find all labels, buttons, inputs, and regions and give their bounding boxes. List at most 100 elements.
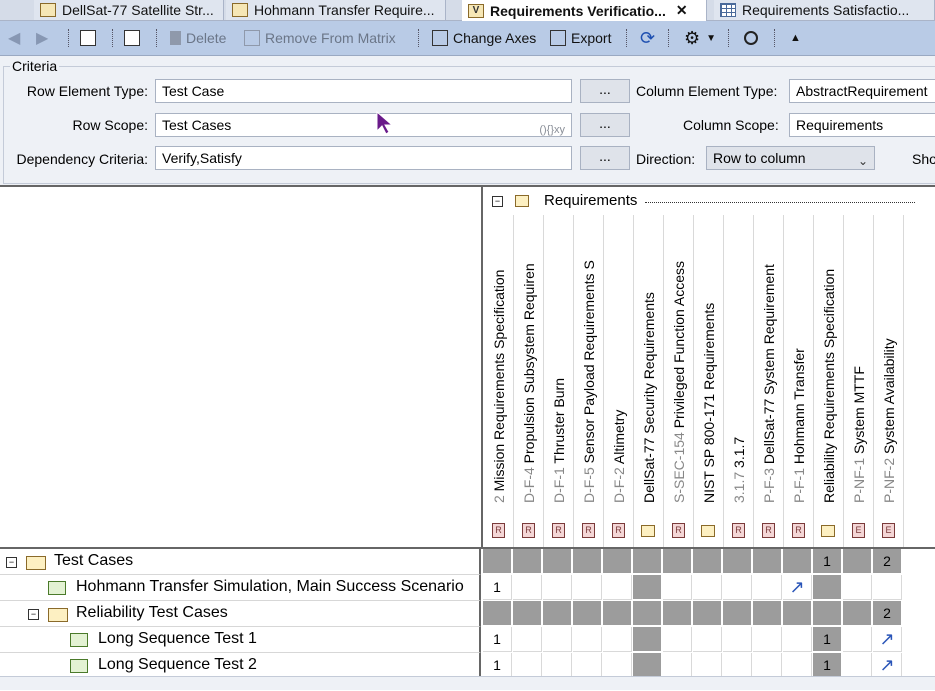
matrix-cell[interactable]	[843, 653, 872, 678]
matrix-cell[interactable]	[813, 601, 842, 626]
row-header[interactable]: − Reliability Test Cases	[0, 601, 481, 627]
row-scope-browse-button[interactable]: ...	[580, 113, 630, 137]
dependency-arrow-cell[interactable]: ↗	[873, 653, 902, 678]
matrix-cell[interactable]: 1	[813, 549, 842, 574]
matrix-cell[interactable]	[753, 549, 782, 574]
matrix-cell[interactable]	[693, 549, 722, 574]
matrix-cell[interactable]	[543, 601, 572, 626]
matrix-cell[interactable]	[543, 575, 572, 600]
matrix-cell[interactable]	[633, 601, 662, 626]
direction-select[interactable]: Row to column ⌄	[706, 146, 875, 170]
matrix-cell[interactable]	[783, 653, 812, 678]
matrix-cell[interactable]	[753, 575, 782, 600]
matrix-cell[interactable]	[843, 601, 872, 626]
column-scope-field[interactable]: Requirements	[789, 113, 935, 137]
row-scope-field[interactable]: Test Cases (){}xy	[155, 113, 572, 137]
dependency-arrow-cell[interactable]: ↗	[873, 627, 902, 652]
row-type-browse-button[interactable]: ...	[580, 79, 630, 103]
export-button[interactable]: Export	[550, 26, 611, 50]
tab-satellite-structure[interactable]: DellSat-77 Satellite Str...	[34, 0, 224, 20]
dependency-field[interactable]: Verify,Satisfy	[155, 146, 572, 170]
matrix-cell[interactable]	[483, 549, 512, 574]
delete-button[interactable]: Delete	[170, 26, 226, 50]
matrix-cell[interactable]	[783, 627, 812, 652]
matrix-cell[interactable]: 1	[813, 653, 842, 678]
matrix-cell[interactable]	[573, 601, 602, 626]
matrix-cell[interactable]	[603, 549, 632, 574]
row-header[interactable]: − Test Cases	[0, 549, 481, 575]
matrix-cell[interactable]	[543, 627, 572, 652]
matrix-cell[interactable]	[633, 653, 662, 678]
matrix-cell[interactable]	[723, 575, 752, 600]
matrix-cell[interactable]	[603, 627, 632, 652]
search-button[interactable]	[744, 26, 758, 50]
tab-hohmann-transfer[interactable]: Hohmann Transfer Require...	[226, 0, 446, 20]
close-icon[interactable]: ✕	[676, 2, 688, 19]
row-header[interactable]: Hohmann Transfer Simulation, Main Succes…	[0, 575, 481, 601]
matrix-cell[interactable]	[873, 575, 902, 600]
remove-from-matrix-button[interactable]: Remove From Matrix	[244, 26, 396, 50]
matrix-cell[interactable]	[543, 549, 572, 574]
matrix-cell[interactable]	[513, 653, 542, 678]
matrix-cell[interactable]	[573, 627, 602, 652]
collapse-toggle[interactable]: −	[28, 609, 39, 620]
matrix-cell[interactable]	[543, 653, 572, 678]
matrix-cell[interactable]: 1	[813, 627, 842, 652]
matrix-cell[interactable]	[603, 601, 632, 626]
row-type-field[interactable]: Test Case	[155, 79, 572, 103]
matrix-cell[interactable]	[513, 549, 542, 574]
dependency-arrow-cell[interactable]: ↗	[783, 575, 812, 600]
matrix-cell[interactable]	[513, 601, 542, 626]
matrix-cell[interactable]	[753, 627, 782, 652]
matrix-cell[interactable]	[663, 549, 692, 574]
row-header[interactable]: Long Sequence Test 1	[0, 627, 481, 653]
column-type-field[interactable]: AbstractRequirement	[789, 79, 935, 103]
matrix-cell[interactable]	[633, 575, 662, 600]
matrix-cell[interactable]	[573, 549, 602, 574]
dependency-browse-button[interactable]: ...	[580, 146, 630, 170]
matrix-cell[interactable]	[603, 575, 632, 600]
matrix-cell[interactable]	[843, 549, 872, 574]
matrix-cell[interactable]	[663, 575, 692, 600]
matrix-cell[interactable]	[513, 575, 542, 600]
matrix-cell[interactable]	[723, 549, 752, 574]
matrix-cell[interactable]	[753, 653, 782, 678]
matrix-cell[interactable]	[813, 575, 842, 600]
matrix-cell[interactable]	[753, 601, 782, 626]
matrix-cell[interactable]	[693, 653, 722, 678]
collapse-toggle[interactable]: −	[492, 196, 503, 207]
matrix-cell[interactable]	[723, 601, 752, 626]
matrix-cell[interactable]	[603, 653, 632, 678]
options-button[interactable]: ⚙ ▼	[684, 26, 716, 50]
refresh-button[interactable]: ⟳	[640, 26, 655, 50]
matrix-cell[interactable]	[783, 601, 812, 626]
back-button[interactable]: ◀	[8, 26, 20, 50]
matrix-cell[interactable]: 2	[873, 549, 902, 574]
matrix-cell[interactable]: 1	[483, 653, 512, 678]
matrix-cell[interactable]	[663, 653, 692, 678]
collapse-button[interactable]: ▲	[790, 26, 801, 50]
matrix-cell[interactable]	[693, 575, 722, 600]
matrix-cell[interactable]	[843, 627, 872, 652]
matrix-cell[interactable]	[573, 575, 602, 600]
matrix-cell[interactable]	[783, 549, 812, 574]
change-axes-button[interactable]: Change Axes	[432, 26, 536, 50]
matrix-cell[interactable]: 2	[873, 601, 902, 626]
matrix-cell[interactable]	[633, 549, 662, 574]
matrix-cell[interactable]: 1	[483, 627, 512, 652]
collapse-toggle[interactable]: −	[6, 557, 17, 568]
forward-button[interactable]: ▶	[36, 26, 48, 50]
matrix-cell[interactable]	[483, 601, 512, 626]
matrix-cell[interactable]	[723, 653, 752, 678]
open-button[interactable]	[124, 26, 145, 50]
hierarchy-button[interactable]	[80, 26, 101, 50]
matrix-cell[interactable]: 1	[483, 575, 512, 600]
matrix-cell[interactable]	[633, 627, 662, 652]
tab-requirements-satisfaction[interactable]: Requirements Satisfactio...	[714, 0, 935, 20]
tab-requirements-verification[interactable]: V Requirements Verificatio... ✕	[462, 0, 707, 21]
matrix-cell[interactable]	[693, 601, 722, 626]
matrix-cell[interactable]	[723, 627, 752, 652]
matrix-cell[interactable]	[843, 575, 872, 600]
matrix-cell[interactable]	[663, 601, 692, 626]
matrix-cell[interactable]	[573, 653, 602, 678]
